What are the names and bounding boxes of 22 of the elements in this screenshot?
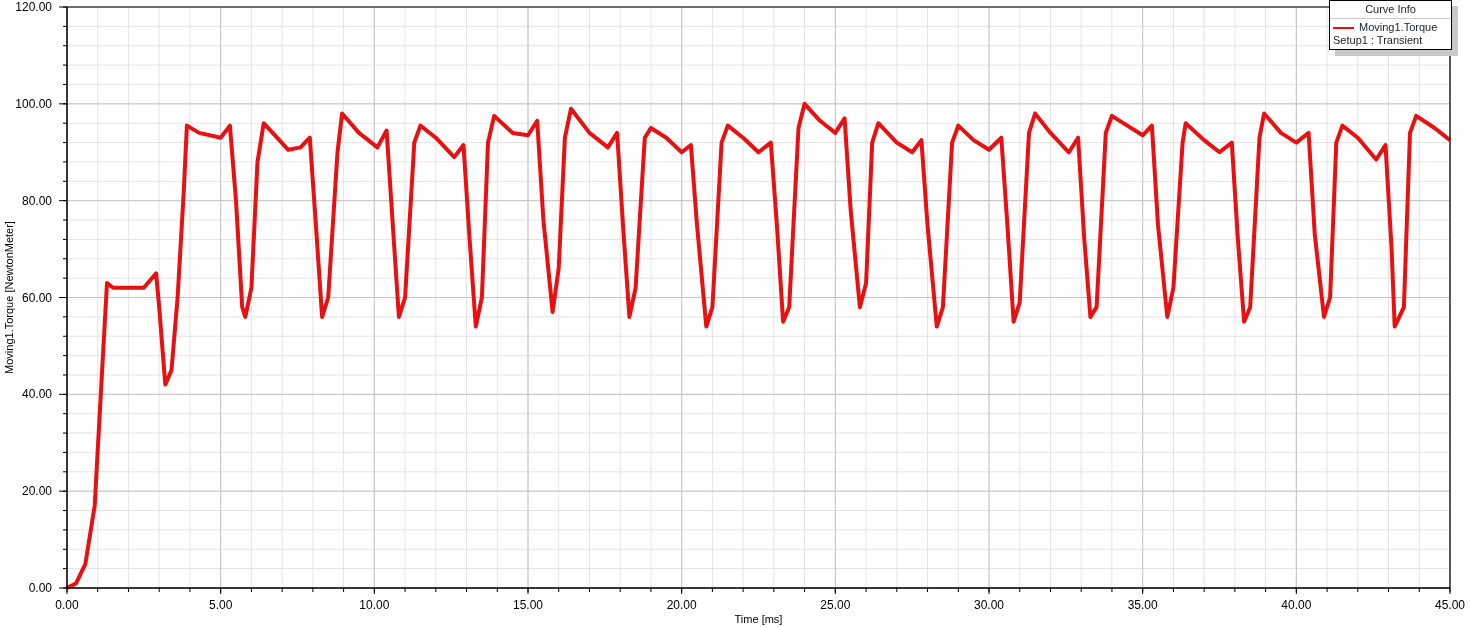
- x-tick-label: 25.00: [820, 598, 851, 612]
- y-tick-label: 80.00: [21, 193, 52, 208]
- y-tick-label: 120.00: [15, 0, 52, 14]
- x-tick-label: 20.00: [666, 598, 697, 612]
- x-axis-title: Time [ms]: [734, 613, 783, 625]
- y-tick-label: 40.00: [21, 387, 52, 402]
- y-tick-label: 100.00: [15, 96, 52, 111]
- legend-setup-label: Setup1 : Transient: [1332, 34, 1424, 48]
- y-axis-title: Moving1.Torque [NewtonMeter]: [3, 221, 15, 374]
- legend-label: Moving1.Torque: [1359, 21, 1438, 34]
- x-tick-label: 45.00: [1435, 598, 1465, 612]
- x-tick-label: 35.00: [1127, 598, 1158, 612]
- x-tick-label: 40.00: [1281, 598, 1312, 612]
- y-tick-label: 20.00: [21, 484, 52, 499]
- x-tick-label: 10.00: [359, 598, 390, 612]
- x-tick-label: 0.00: [55, 598, 79, 612]
- x-tick-label: 30.00: [974, 598, 1004, 612]
- y-tick-label: 0.00: [28, 581, 52, 595]
- y-tick-label: 60.00: [21, 290, 52, 305]
- legend-title: Curve Info: [1330, 1, 1451, 19]
- x-tick-label: 5.00: [209, 598, 233, 612]
- x-tick-label: 15.00: [513, 598, 543, 612]
